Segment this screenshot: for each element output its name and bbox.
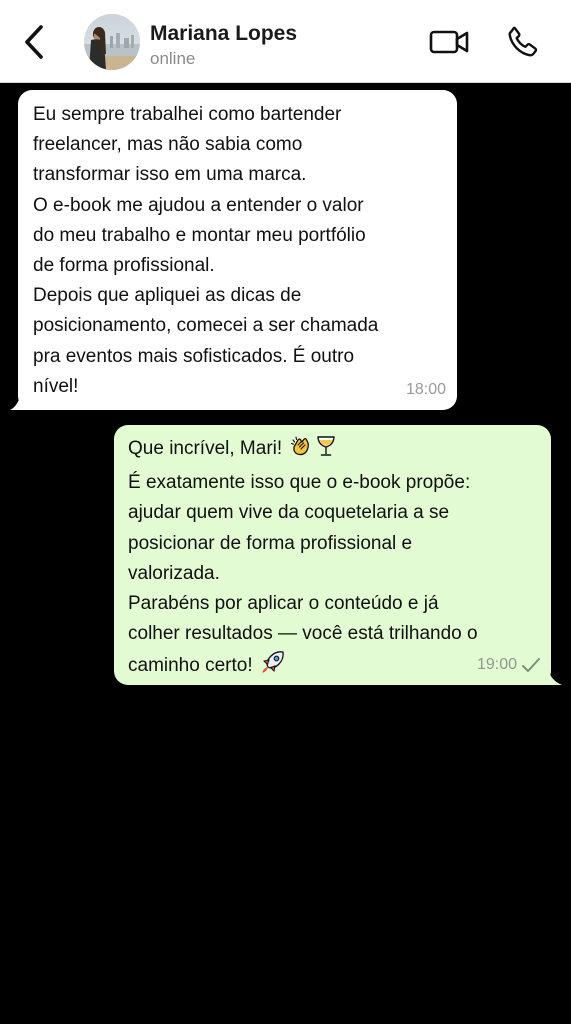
message-line: Parabéns por aplicar o conteúdo e já	[128, 593, 439, 615]
message-line: valorizada.	[128, 562, 220, 584]
phone-icon	[508, 26, 538, 57]
message-line-text: caminho certo!	[128, 655, 253, 677]
back-button[interactable]	[14, 20, 54, 64]
message-meta: 19:00	[477, 650, 541, 680]
video-call-button[interactable]	[428, 24, 472, 60]
contact-name[interactable]: Mariana Lopes	[150, 22, 297, 46]
message-line: Que incrível, Mari!	[128, 434, 537, 468]
message-timestamp: 19:00	[476, 655, 517, 673]
message-line: ajudar quem vive da coquetelaria a se	[128, 502, 450, 524]
outgoing-message-bubble[interactable]: Que incrível, Mari! É exatamente isso qu…	[114, 425, 551, 685]
message-line: Eu sempre trabalhei como bartender	[33, 104, 342, 125]
cocktail-glass-emoji	[315, 434, 337, 468]
message-line-text: Que incrível, Mari!	[128, 438, 283, 459]
message-timestamp: 18:00	[405, 380, 446, 398]
message-line: Depois que apliquei as dicas de	[33, 285, 302, 307]
chat-header: Mariana Lopes online	[0, 0, 571, 83]
contact-status: online	[150, 49, 196, 68]
message-line: É exatamente isso que o e-book propõe:	[128, 472, 471, 494]
message-line: colher resultados — você está trilhando …	[128, 623, 478, 645]
video-camera-icon	[429, 30, 469, 54]
message-line: pra eventos mais sofisticados. É outro	[33, 345, 355, 367]
message-line: nível!	[33, 375, 79, 397]
message-line: de forma profissional.	[33, 255, 215, 277]
rocket-emoji	[260, 649, 286, 685]
avatar[interactable]	[84, 14, 140, 70]
message-line: O e-book me ajudou a entender o valor	[33, 194, 364, 216]
incoming-message-bubble[interactable]: Eu sempre trabalhei como bartender freel…	[18, 90, 457, 410]
message-line: posicionamento, comecei a ser chamada	[33, 315, 379, 337]
single-check-icon	[522, 657, 540, 672]
voice-call-button[interactable]	[502, 22, 544, 62]
chevron-left-icon	[25, 25, 43, 59]
clapping-hands-emoji	[289, 434, 313, 468]
message-line: transformar isso em uma marca.	[33, 164, 307, 186]
message-line: freelancer, mas não sabia como	[33, 134, 303, 156]
message-line: do meu trabalho e montar meu portfólio	[33, 224, 366, 246]
message-line: caminho certo!	[128, 649, 537, 685]
message-line: posicionar de forma profissional e	[128, 532, 413, 554]
